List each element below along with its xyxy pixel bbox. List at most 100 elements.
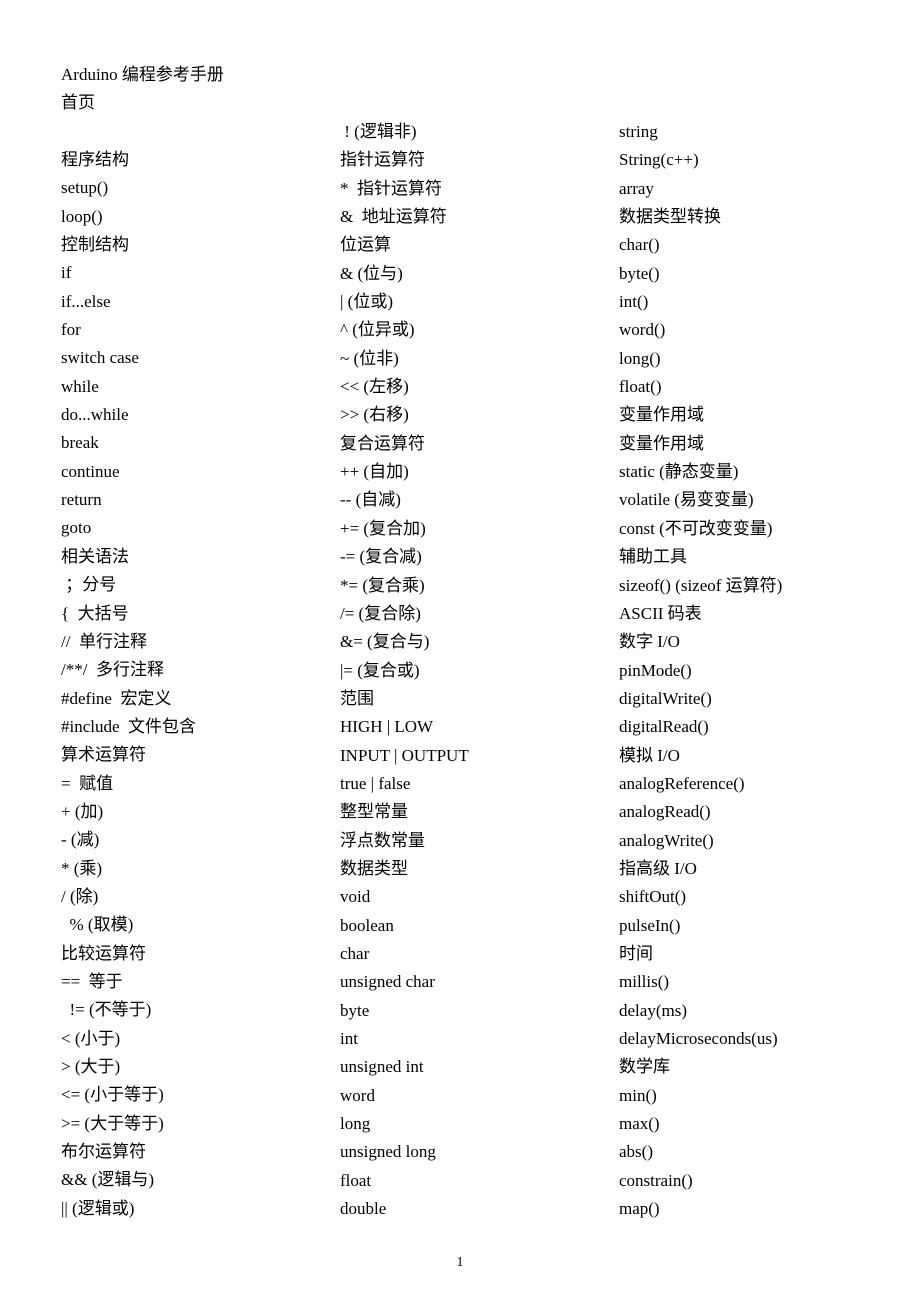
reference-list-item: INPUT | OUTPUT	[340, 745, 469, 765]
reference-list-item: static (静态变量)	[619, 462, 739, 482]
reference-list-item: ^ (位异或)	[340, 320, 415, 340]
reference-list-item: 算术运算符	[61, 745, 146, 765]
reference-list-item: 辅助工具	[619, 547, 687, 567]
reference-list-item: min()	[619, 1085, 657, 1105]
reference-list-item: sizeof() (sizeof 运算符)	[619, 575, 783, 595]
reference-list-item: long	[340, 1114, 371, 1134]
column-3: string String(c++) array 数据类型转换 char() byte()…	[619, 121, 782, 1226]
reference-list-item: - (减)	[61, 830, 100, 850]
reference-list-item: string	[619, 122, 658, 141]
reference-list-item: 复合运算符	[340, 433, 425, 453]
reference-list-item: volatile (易变变量)	[619, 490, 754, 510]
reference-list-item: += (复合加)	[340, 518, 426, 538]
reference-list-item: & 地址运算符	[340, 207, 447, 227]
reference-list-item: do...while	[61, 405, 129, 425]
reference-list-item: long()	[619, 348, 661, 368]
reference-list-item: 数学库	[619, 1057, 670, 1077]
reference-list-item: { 大括号	[61, 603, 129, 623]
reference-list-item: = 赋值	[61, 773, 114, 793]
reference-list-item: loop()	[61, 206, 103, 226]
reference-list-item: & (位与)	[340, 263, 403, 283]
reference-list-item: #include 文件包含	[61, 716, 197, 736]
reference-list-item: 数字 I/O	[619, 632, 680, 652]
page-number: 1	[456, 1255, 464, 1270]
reference-list-item: constrain()	[619, 1170, 693, 1190]
reference-list-item: // 单行注释	[61, 631, 147, 651]
reference-list-item: ；分号	[61, 575, 117, 595]
reference-list-item: == 等于	[61, 971, 123, 991]
reference-list-item: byte()	[619, 263, 660, 283]
reference-list-item: int	[340, 1029, 358, 1048]
reference-list-item: >> (右移)	[340, 405, 409, 425]
reference-list-item: -- (自减)	[340, 490, 401, 510]
reference-list-item: int()	[619, 292, 649, 312]
reference-list-item: <= (小于等于)	[61, 1085, 164, 1105]
document-title: Arduino 编程参考手册	[61, 65, 224, 84]
reference-list-item: / (除)	[61, 886, 99, 906]
reference-list-item: delay(ms)	[619, 1000, 687, 1020]
reference-list-item: const (不可改变变量)	[619, 518, 773, 538]
reference-list-item: abs()	[619, 1142, 653, 1162]
reference-list-item: 布尔运算符	[61, 1142, 146, 1162]
reference-list-item: | (位或)	[340, 292, 393, 312]
reference-list-item: ! (逻辑非)	[340, 122, 417, 141]
reference-list-item: && (逻辑与)	[61, 1170, 155, 1190]
reference-list-item: 指高级 I/O	[619, 858, 697, 878]
reference-list-item: * (乘)	[61, 858, 103, 878]
reference-list-item: void	[340, 887, 371, 907]
reference-list-item: 指针运算符	[340, 150, 425, 170]
reference-list-item: shiftOut()	[619, 887, 687, 907]
reference-list-item: ASCII 码表	[619, 603, 702, 623]
reference-list-item: unsigned int	[340, 1057, 424, 1077]
reference-list-item: analogReference()	[619, 773, 745, 793]
reference-list-item: 比较运算符	[61, 943, 146, 963]
reference-list-item: || (逻辑或)	[61, 1198, 135, 1218]
reference-list-item: analogRead()	[619, 802, 711, 822]
reference-list-item: if...else	[61, 291, 111, 311]
reference-list-item: char	[340, 943, 370, 963]
reference-list-item: while	[61, 376, 99, 396]
reference-list-item: >= (大于等于)	[61, 1113, 164, 1133]
reference-list-item: unsigned char	[340, 972, 435, 992]
reference-list-item: 程序结构	[61, 150, 129, 169]
reference-list-item: ~ (位非)	[340, 348, 399, 368]
reference-list-item: pulseIn()	[619, 915, 681, 935]
reference-list-item: 浮点数常量	[340, 830, 425, 850]
reference-list-item: 时间	[619, 943, 653, 963]
reference-list-item: setup()	[61, 178, 109, 198]
reference-list-item: return	[61, 490, 102, 510]
reference-list-item: 数据类型	[340, 858, 408, 878]
reference-list-item: array	[619, 178, 654, 198]
reference-list-item: #define 宏定义	[61, 688, 172, 708]
reference-list-item: millis()	[619, 972, 670, 992]
reference-list-item: digitalRead()	[619, 717, 709, 737]
reference-list-item: 相关语法	[61, 546, 129, 566]
reference-list-item: 控制结构	[61, 235, 129, 255]
reference-list-item: byte	[340, 1000, 370, 1020]
reference-list-item: double	[340, 1199, 387, 1219]
reference-list-item: float()	[619, 377, 662, 397]
reference-list-item: + (加)	[61, 801, 104, 821]
column-2: ! (逻辑非) 指针运算符 * 指针运算符 & 地址运算符 位运算 & (位与) | (位或…	[340, 121, 469, 1226]
reference-list-item: 整型常量	[340, 802, 408, 822]
reference-list-item: true | false	[340, 773, 411, 793]
reference-list-item: boolean	[340, 915, 394, 935]
reference-list-item: unsigned long	[340, 1142, 436, 1162]
reference-list-item: * 指针运算符	[340, 178, 442, 198]
reference-list-item: pinMode()	[619, 660, 692, 680]
reference-list-item: ++ (自加)	[340, 462, 409, 482]
reference-list-item: digitalWrite()	[619, 688, 712, 708]
reference-list-item: String(c++)	[619, 150, 699, 170]
reference-list-item: max()	[619, 1114, 660, 1134]
reference-list-item: 变量作用域	[619, 433, 704, 453]
reference-list-item: 位运算	[340, 235, 391, 255]
document-subtitle: 首页	[61, 93, 95, 112]
reference-list-item: -= (复合减)	[340, 547, 422, 567]
reference-list-item: != (不等于)	[61, 1000, 152, 1020]
reference-list-item: &= (复合与)	[340, 632, 430, 652]
reference-list-item: break	[61, 433, 99, 453]
reference-list-item: word()	[619, 320, 666, 340]
reference-list-item: if	[61, 263, 72, 283]
reference-list-item: char()	[619, 235, 660, 255]
reference-list-item: float	[340, 1170, 372, 1190]
